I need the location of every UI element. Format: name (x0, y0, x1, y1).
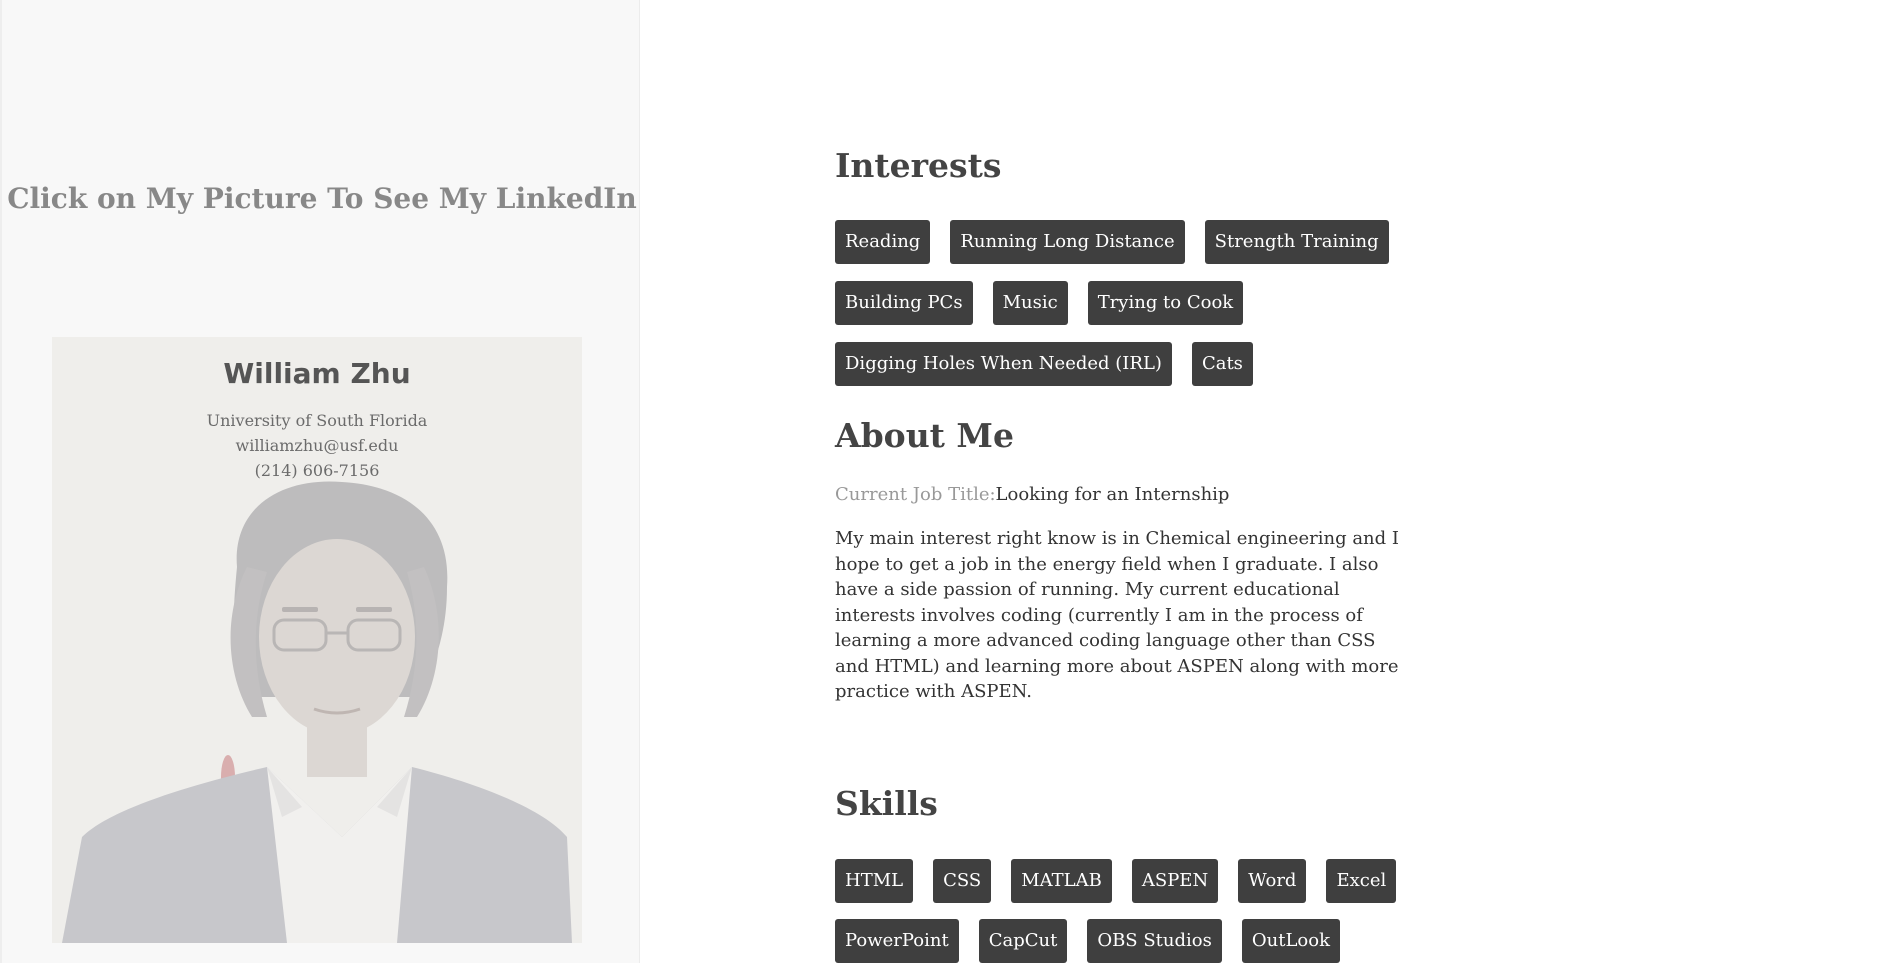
interest-tag: Digging Holes When Needed (IRL) (835, 342, 1172, 386)
interests-row-1: Reading Running Long Distance Strength T… (835, 220, 1389, 264)
skills-row-1: HTML CSS MATLAB ASPEN Word Excel (835, 859, 1397, 903)
interest-tag: Music (992, 281, 1068, 325)
interests-row-2: Building PCs Music Trying to Cook (835, 281, 1244, 325)
skill-tag: MATLAB (1011, 859, 1112, 903)
profile-phone: (214) 606-7156 (254, 461, 380, 480)
profile-email: williamzhu@usf.edu (235, 436, 399, 455)
skills-title: Skills (835, 784, 938, 823)
sidebar: Click on My Picture To See My LinkedIn W… (0, 0, 640, 963)
interest-tag: Cats (1191, 342, 1253, 386)
skill-tag: PowerPoint (835, 919, 959, 963)
skill-tag: OutLook (1241, 919, 1340, 963)
skill-tag: Word (1238, 859, 1307, 903)
sidebar-heading: Click on My Picture To See My LinkedIn (7, 182, 637, 215)
interest-tag: Running Long Distance (950, 220, 1185, 264)
skills-row-2: PowerPoint CapCut OBS Studios OutLook (835, 919, 1340, 963)
skill-tag: CSS (933, 859, 992, 903)
interest-tag: Reading (835, 220, 931, 264)
job-title-label: Current Job Title: (835, 484, 996, 505)
about-text: My main interest right know is in Chemic… (835, 528, 1399, 702)
profile-school: University of South Florida (206, 411, 428, 430)
interest-tag: Building PCs (835, 281, 973, 325)
profile-picture-linkedin-link[interactable]: William Zhu University of South Florida … (52, 337, 582, 943)
skill-tag: Excel (1326, 859, 1397, 903)
skill-tag: ASPEN (1131, 859, 1219, 903)
skill-tag: CapCut (978, 919, 1068, 963)
interest-tag: Strength Training (1204, 220, 1389, 264)
interests-row-3: Digging Holes When Needed (IRL) Cats (835, 342, 1253, 386)
about-title: About Me (835, 416, 1014, 455)
interests-title: Interests (835, 146, 1002, 185)
skill-tag: HTML (835, 859, 914, 903)
profile-name: William Zhu (223, 357, 411, 390)
job-title-line: Current Job Title:Looking for an Interns… (835, 484, 1229, 505)
job-title-value: Looking for an Internship (995, 484, 1230, 505)
skill-tag: OBS Studios (1087, 919, 1222, 963)
interest-tag: Trying to Cook (1087, 281, 1244, 325)
